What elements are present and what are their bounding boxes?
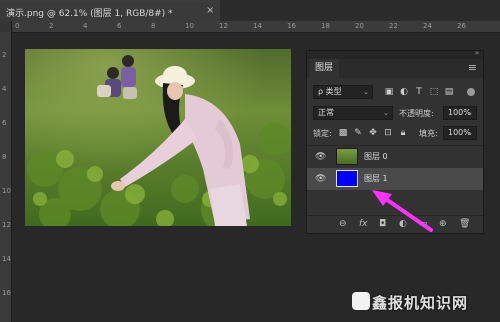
vertical-ruler: 2 4 6 8 10 12 14 16 xyxy=(0,21,12,322)
fill-label: 填充: xyxy=(419,129,438,138)
smart-object-filter-icon[interactable]: ▤ xyxy=(443,86,455,98)
layer-thumbnail xyxy=(336,148,358,165)
ruler-tick-label: 24 xyxy=(423,22,432,30)
opacity-input[interactable]: 100% ⌄ xyxy=(443,106,477,120)
watermark-text: 鑫报机知识网 xyxy=(372,294,469,312)
lock-transparent-icon[interactable]: ▩ xyxy=(337,127,349,139)
ruler-tick-label: 2 xyxy=(49,22,54,30)
image-filter-icon[interactable]: ▣ xyxy=(383,86,395,98)
layer-name: 图层 1 xyxy=(364,174,388,183)
chevron-down-icon: ⌄ xyxy=(467,109,473,117)
layers-bottom-toolbar: ⊖ fx ◘ ◐ ▭ ⊕ 🗑 xyxy=(307,215,483,234)
visibility-eye-icon[interactable]: 👁︎ xyxy=(315,174,326,184)
lock-image-icon[interactable]: ✎ xyxy=(352,127,364,139)
lock-position-icon[interactable]: ✥ xyxy=(367,127,379,139)
chevron-down-icon: ⌄ xyxy=(363,88,369,96)
panel-header-strip: » xyxy=(307,49,483,59)
ruler-tick-label: 12 xyxy=(2,221,11,229)
ruler-tick-label: 14 xyxy=(2,255,11,263)
trash-icon[interactable]: 🗑 xyxy=(459,219,470,229)
ruler-tick-label: 14 xyxy=(253,22,262,30)
blend-row: 正常 ⌄ 不透明度: 100% ⌄ xyxy=(307,105,483,121)
lock-artboard-icon[interactable]: ⊡ xyxy=(382,127,394,139)
ruler-tick-label: 22 xyxy=(389,22,398,30)
adjustment-icon[interactable]: ◐ xyxy=(399,219,407,229)
lock-row: 锁定: ▩ ✎ ✥ ⊡ 🔒︎ 填充: 100% ⌄ xyxy=(307,125,483,141)
document-tab[interactable]: 演示.png @ 62.1% (图层 1, RGB/8#) * × xyxy=(0,0,220,21)
ruler-tick-label: 2 xyxy=(2,51,7,59)
fx-icon[interactable]: fx xyxy=(359,219,368,229)
layer-thumbnail xyxy=(336,170,358,187)
ruler-tick-label: 0 xyxy=(15,22,20,30)
layers-panel: » 图层 ≡ ρ 类型 ⌄ ▣ ◐ T ⬚ ▤ 正常 ⌄ 不透明度: 100% ⌄ 锁… xyxy=(306,49,484,234)
document-tab-bar: 演示.png @ 62.1% (图层 1, RGB/8#) * × xyxy=(0,0,500,22)
ruler-tick-label: 16 xyxy=(2,289,11,297)
lock-label: 锁定: xyxy=(313,129,332,138)
ruler-tick-label: 10 xyxy=(2,187,11,195)
filter-type-select[interactable]: ρ 类型 ⌄ xyxy=(313,85,373,99)
link-icon[interactable]: ⊖ xyxy=(339,219,347,229)
tab-layers[interactable]: 图层 xyxy=(309,59,340,78)
watermark: 鑫报机知识网 xyxy=(350,285,500,322)
ruler-tick-label: 12 xyxy=(219,22,228,30)
filter-type-value: ρ 类型 xyxy=(318,87,342,96)
collapse-panel-icon[interactable]: » xyxy=(475,49,479,57)
ruler-origin[interactable] xyxy=(0,21,11,32)
fill-input[interactable]: 100% ⌄ xyxy=(443,126,477,140)
document-tab-label: 演示.png @ 62.1% (图层 1, RGB/8#) * xyxy=(6,9,173,19)
ruler-tick-label: 26 xyxy=(457,22,466,30)
close-tab-icon[interactable]: × xyxy=(206,5,214,16)
folder-icon[interactable]: ▭ xyxy=(419,219,428,229)
lock-all-icon[interactable]: 🔒︎ xyxy=(397,127,409,139)
ruler-tick-label: 8 xyxy=(2,153,7,161)
ruler-tick-label: 4 xyxy=(2,85,7,93)
ruler-tick-label: 6 xyxy=(117,22,122,30)
canvas-image[interactable] xyxy=(25,49,291,226)
tea-garden-photo xyxy=(25,49,291,226)
ruler-tick-label: 20 xyxy=(355,22,364,30)
new-layer-icon[interactable]: ⊕ xyxy=(439,219,447,229)
filter-toggle[interactable] xyxy=(467,88,475,96)
text-filter-icon[interactable]: T xyxy=(413,86,425,98)
panel-tab-row: 图层 ≡ xyxy=(307,59,483,78)
adjustment-filter-icon[interactable]: ◐ xyxy=(398,86,410,98)
panel-menu-icon[interactable]: ≡ xyxy=(468,61,477,74)
mask-icon[interactable]: ◘ xyxy=(379,219,386,229)
chevron-down-icon: ⌄ xyxy=(383,109,389,117)
blend-mode-select[interactable]: 正常 ⌄ xyxy=(313,106,393,120)
layer-row-1-selected[interactable]: 👁︎ 图层 1 xyxy=(307,168,483,190)
watermark-logo-icon xyxy=(352,292,370,310)
horizontal-ruler: 0 2 4 6 8 10 12 14 16 18 20 22 24 26 xyxy=(11,21,500,33)
visibility-eye-icon[interactable]: 👁︎ xyxy=(315,152,326,162)
ruler-tick-label: 10 xyxy=(185,22,194,30)
layer-row-0[interactable]: 👁︎ 图层 0 xyxy=(307,146,483,168)
ruler-tick-label: 18 xyxy=(321,22,330,30)
ruler-tick-label: 6 xyxy=(2,119,7,127)
filter-row: ρ 类型 ⌄ ▣ ◐ T ⬚ ▤ xyxy=(307,84,483,100)
shape-filter-icon[interactable]: ⬚ xyxy=(428,86,440,98)
ruler-tick-label: 4 xyxy=(83,22,88,30)
opacity-label: 不透明度: xyxy=(399,109,434,118)
ruler-tick-label: 16 xyxy=(287,22,296,30)
blend-mode-value: 正常 xyxy=(318,108,334,117)
chevron-down-icon: ⌄ xyxy=(467,129,473,137)
layer-name: 图层 0 xyxy=(364,152,388,161)
ruler-tick-label: 8 xyxy=(151,22,156,30)
